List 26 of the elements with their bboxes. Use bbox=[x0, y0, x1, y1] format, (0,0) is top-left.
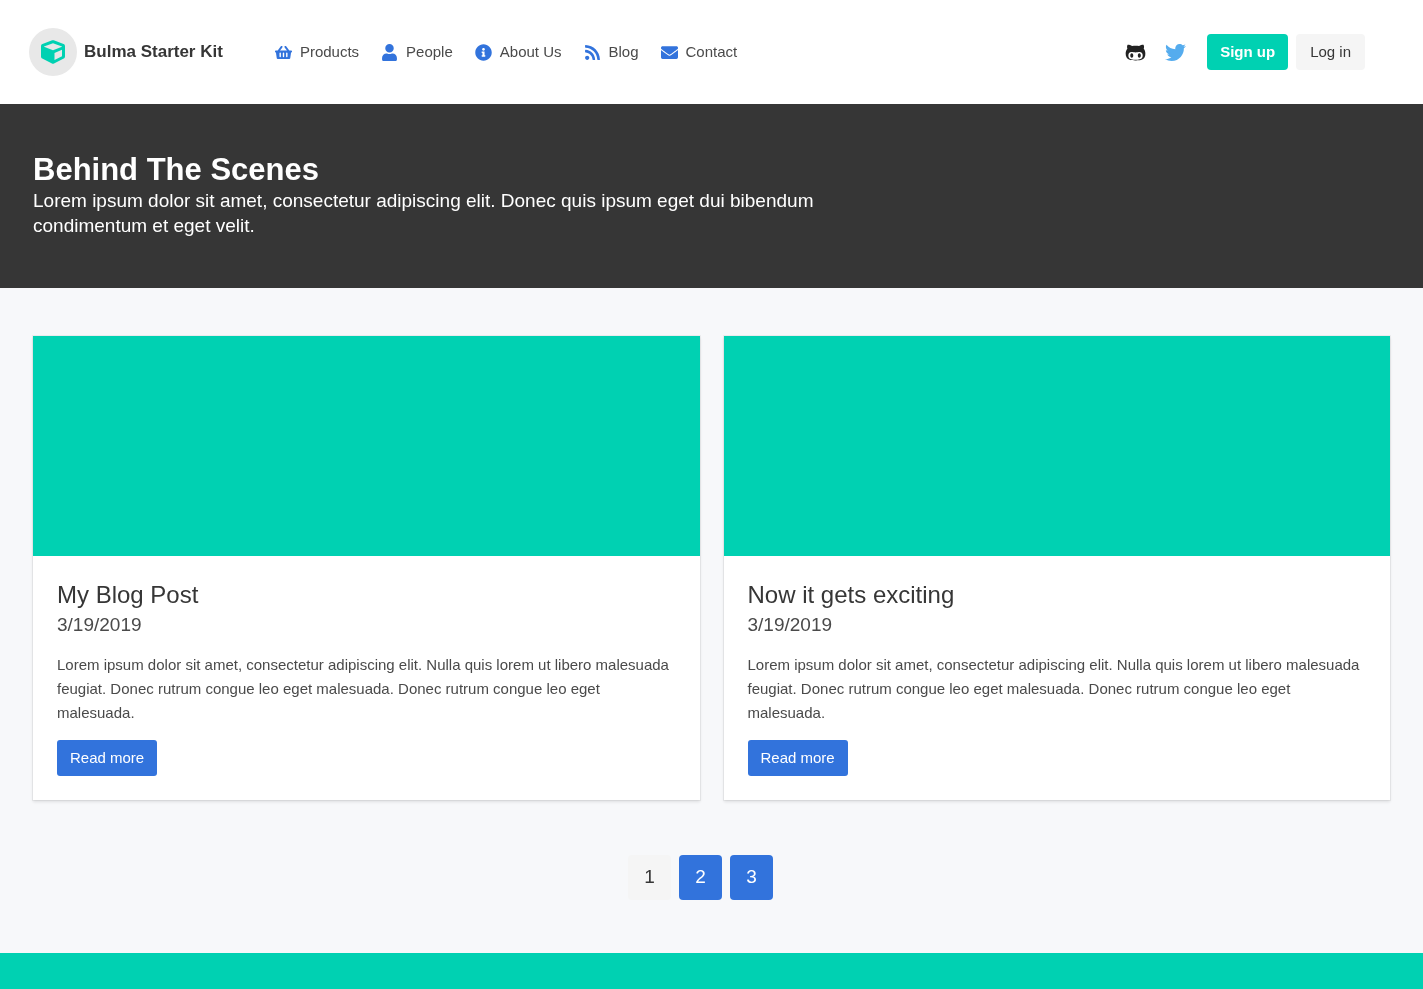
logo-icon bbox=[29, 28, 77, 76]
post-title: Now it gets exciting bbox=[747, 580, 956, 610]
post-date: 3/19/2019 bbox=[747, 613, 834, 637]
envelope-icon bbox=[660, 43, 678, 61]
nav-link[interactable]: Contact bbox=[660, 40, 738, 64]
basket-icon bbox=[274, 43, 292, 61]
hero-subtitle: Lorem ipsum dolor sit amet, consectetur adipiscing elit. Donec quis ipsum eget dui bibendum condimentum et eget velit. bbox=[33, 189, 815, 238]
brand-name[interactable]: Bulma Starter Kit bbox=[84, 39, 223, 65]
login-button[interactable]: Log in bbox=[1296, 34, 1365, 70]
person-icon bbox=[381, 43, 399, 61]
info-icon bbox=[474, 43, 492, 61]
post-body: Lorem ipsum dolor sit amet, consectetur adipiscing elit. Nulla quis lorem ut libero malesuada feugiat. Donec rutrum congue leo eget malesuada. Donec rutrum congue leo eget malesuada. bbox=[57, 655, 670, 723]
nav-link[interactable]: People bbox=[381, 40, 453, 64]
read-more-button[interactable]: Read more bbox=[57, 740, 158, 776]
post-date: 3/19/2019 bbox=[57, 613, 143, 637]
read-more-button[interactable]: Read more bbox=[747, 740, 848, 776]
rss-icon bbox=[583, 43, 601, 61]
nav-link[interactable]: Products bbox=[274, 40, 360, 64]
hero-title: Behind The Scenes bbox=[33, 152, 320, 188]
page-button[interactable]: 2 bbox=[679, 855, 722, 900]
page-button[interactable]: 3 bbox=[730, 855, 773, 900]
post-title: My Blog Post bbox=[57, 580, 200, 610]
nav-link[interactable]: Blog bbox=[583, 40, 639, 64]
post-body: Lorem ipsum dolor sit amet, consectetur adipiscing elit. Nulla quis lorem ut libero malesuada feugiat. Donec rutrum congue leo eget malesuada. Donec rutrum congue leo eget malesuada. bbox=[747, 655, 1361, 723]
page-button[interactable]: 1 bbox=[628, 855, 671, 900]
nav-link[interactable]: About Us bbox=[474, 40, 562, 64]
